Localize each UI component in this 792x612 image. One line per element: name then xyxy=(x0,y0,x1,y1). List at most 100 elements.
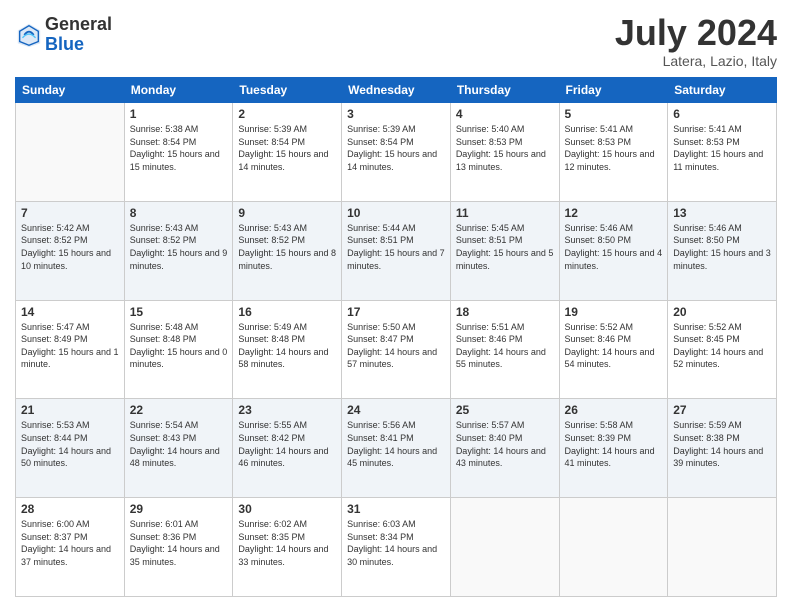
col-saturday: Saturday xyxy=(668,78,777,103)
day-info: Sunrise: 5:44 AM Sunset: 8:51 PM Dayligh… xyxy=(347,222,445,272)
calendar-cell: 10 Sunrise: 5:44 AM Sunset: 8:51 PM Dayli… xyxy=(342,201,451,300)
calendar-week-row: 1Sunrise: 5:38 AM Sunset: 8:54 PM Daylig… xyxy=(16,103,777,202)
day-info: Sunrise: 5:46 AM Sunset: 8:50 PM Dayligh… xyxy=(673,222,771,272)
day-number: 18 xyxy=(456,305,554,319)
day-info: Sunrise: 5:56 AM Sunset: 8:41 PM Dayligh… xyxy=(347,419,445,469)
title-month: July 2024 xyxy=(615,15,777,51)
day-info: Sunrise: 5:42 AM Sunset: 8:52 PM Dayligh… xyxy=(21,222,119,272)
day-info: Sunrise: 5:57 AM Sunset: 8:40 PM Dayligh… xyxy=(456,419,554,469)
day-info: Sunrise: 6:02 AM Sunset: 8:35 PM Dayligh… xyxy=(238,518,336,568)
day-info: Sunrise: 5:50 AM Sunset: 8:47 PM Dayligh… xyxy=(347,321,445,371)
calendar-cell: 26Sunrise: 5:58 AM Sunset: 8:39 PM Dayli… xyxy=(559,399,668,498)
day-info: Sunrise: 5:49 AM Sunset: 8:48 PM Dayligh… xyxy=(238,321,336,371)
calendar-header-row: Sunday Monday Tuesday Wednesday Thursday… xyxy=(16,78,777,103)
day-info: Sunrise: 5:41 AM Sunset: 8:53 PM Dayligh… xyxy=(673,123,771,173)
logo-blue: Blue xyxy=(45,35,112,55)
day-number: 27 xyxy=(673,403,771,417)
day-number: 2 xyxy=(238,107,336,121)
day-info: Sunrise: 5:40 AM Sunset: 8:53 PM Dayligh… xyxy=(456,123,554,173)
day-number: 19 xyxy=(565,305,663,319)
day-info: Sunrise: 5:52 AM Sunset: 8:45 PM Dayligh… xyxy=(673,321,771,371)
calendar-cell: 25 Sunrise: 5:57 AM Sunset: 8:40 PM Dayli… xyxy=(450,399,559,498)
day-number: 4 xyxy=(456,107,554,121)
day-number: 15 xyxy=(130,305,228,319)
calendar-cell: 20 Sunrise: 5:52 AM Sunset: 8:45 PM Dayli… xyxy=(668,300,777,399)
day-info: Sunrise: 6:03 AM Sunset: 8:34 PM Dayligh… xyxy=(347,518,445,568)
calendar-cell: 29Sunrise: 6:01 AM Sunset: 8:36 PM Dayli… xyxy=(124,498,233,597)
calendar-week-row: 14Sunrise: 5:47 AM Sunset: 8:49 PM Dayli… xyxy=(16,300,777,399)
day-info: Sunrise: 5:58 AM Sunset: 8:39 PM Dayligh… xyxy=(565,419,663,469)
day-info: Sunrise: 5:43 AM Sunset: 8:52 PM Dayligh… xyxy=(130,222,228,272)
calendar-cell: 1Sunrise: 5:38 AM Sunset: 8:54 PM Daylig… xyxy=(124,103,233,202)
day-info: Sunrise: 5:52 AM Sunset: 8:46 PM Dayligh… xyxy=(565,321,663,371)
calendar-cell: 8 Sunrise: 5:43 AM Sunset: 8:52 PM Daylig… xyxy=(124,201,233,300)
calendar-cell: 19 Sunrise: 5:52 AM Sunset: 8:46 PM Dayli… xyxy=(559,300,668,399)
day-info: Sunrise: 6:01 AM Sunset: 8:36 PM Dayligh… xyxy=(130,518,228,568)
calendar-cell xyxy=(559,498,668,597)
day-number: 28 xyxy=(21,502,119,516)
logo-icon xyxy=(15,21,43,49)
calendar-cell: 28 Sunrise: 6:00 AM Sunset: 8:37 PM Dayli… xyxy=(16,498,125,597)
calendar-table: Sunday Monday Tuesday Wednesday Thursday… xyxy=(15,77,777,597)
col-thursday: Thursday xyxy=(450,78,559,103)
day-info: Sunrise: 5:43 AM Sunset: 8:52 PM Dayligh… xyxy=(238,222,336,272)
calendar-cell xyxy=(668,498,777,597)
calendar-cell: 13 Sunrise: 5:46 AM Sunset: 8:50 PM Dayli… xyxy=(668,201,777,300)
calendar-cell: 2Sunrise: 5:39 AM Sunset: 8:54 PM Daylig… xyxy=(233,103,342,202)
calendar-cell: 31 Sunrise: 6:03 AM Sunset: 8:34 PM Dayli… xyxy=(342,498,451,597)
day-number: 23 xyxy=(238,403,336,417)
day-number: 5 xyxy=(565,107,663,121)
day-number: 21 xyxy=(21,403,119,417)
calendar-cell: 21 Sunrise: 5:53 AM Sunset: 8:44 PM Dayli… xyxy=(16,399,125,498)
calendar-cell: 3Sunrise: 5:39 AM Sunset: 8:54 PM Daylig… xyxy=(342,103,451,202)
page: General Blue July 2024 Latera, Lazio, It… xyxy=(0,0,792,612)
col-friday: Friday xyxy=(559,78,668,103)
calendar-cell: 11Sunrise: 5:45 AM Sunset: 8:51 PM Dayli… xyxy=(450,201,559,300)
logo-text: General Blue xyxy=(45,15,112,55)
calendar-cell: 12 Sunrise: 5:46 AM Sunset: 8:50 PM Dayli… xyxy=(559,201,668,300)
day-number: 10 xyxy=(347,206,445,220)
day-info: Sunrise: 5:53 AM Sunset: 8:44 PM Dayligh… xyxy=(21,419,119,469)
day-number: 1 xyxy=(130,107,228,121)
day-info: Sunrise: 6:00 AM Sunset: 8:37 PM Dayligh… xyxy=(21,518,119,568)
calendar-week-row: 28 Sunrise: 6:00 AM Sunset: 8:37 PM Dayli… xyxy=(16,498,777,597)
day-info: Sunrise: 5:48 AM Sunset: 8:48 PM Dayligh… xyxy=(130,321,228,371)
day-info: Sunrise: 5:54 AM Sunset: 8:43 PM Dayligh… xyxy=(130,419,228,469)
col-monday: Monday xyxy=(124,78,233,103)
calendar-cell: 15 Sunrise: 5:48 AM Sunset: 8:48 PM Dayli… xyxy=(124,300,233,399)
calendar-cell: 7 Sunrise: 5:42 AM Sunset: 8:52 PM Daylig… xyxy=(16,201,125,300)
day-number: 17 xyxy=(347,305,445,319)
day-info: Sunrise: 5:46 AM Sunset: 8:50 PM Dayligh… xyxy=(565,222,663,272)
day-number: 16 xyxy=(238,305,336,319)
day-number: 13 xyxy=(673,206,771,220)
col-sunday: Sunday xyxy=(16,78,125,103)
col-wednesday: Wednesday xyxy=(342,78,451,103)
calendar-cell: 23 Sunrise: 5:55 AM Sunset: 8:42 PM Dayli… xyxy=(233,399,342,498)
title-block: July 2024 Latera, Lazio, Italy xyxy=(615,15,777,69)
calendar-cell: 4 Sunrise: 5:40 AM Sunset: 8:53 PM Daylig… xyxy=(450,103,559,202)
calendar-cell xyxy=(450,498,559,597)
calendar-week-row: 7 Sunrise: 5:42 AM Sunset: 8:52 PM Daylig… xyxy=(16,201,777,300)
header: General Blue July 2024 Latera, Lazio, It… xyxy=(15,15,777,69)
calendar-cell: 24 Sunrise: 5:56 AM Sunset: 8:41 PM Dayli… xyxy=(342,399,451,498)
day-info: Sunrise: 5:45 AM Sunset: 8:51 PM Dayligh… xyxy=(456,222,554,272)
col-tuesday: Tuesday xyxy=(233,78,342,103)
calendar-cell: 30 Sunrise: 6:02 AM Sunset: 8:35 PM Dayli… xyxy=(233,498,342,597)
day-number: 20 xyxy=(673,305,771,319)
logo-general: General xyxy=(45,15,112,35)
day-info: Sunrise: 5:55 AM Sunset: 8:42 PM Dayligh… xyxy=(238,419,336,469)
day-number: 8 xyxy=(130,206,228,220)
calendar-week-row: 21 Sunrise: 5:53 AM Sunset: 8:44 PM Dayli… xyxy=(16,399,777,498)
day-info: Sunrise: 5:39 AM Sunset: 8:54 PM Dayligh… xyxy=(347,123,445,173)
day-number: 24 xyxy=(347,403,445,417)
day-number: 30 xyxy=(238,502,336,516)
day-number: 12 xyxy=(565,206,663,220)
day-number: 25 xyxy=(456,403,554,417)
day-number: 31 xyxy=(347,502,445,516)
day-number: 22 xyxy=(130,403,228,417)
day-number: 14 xyxy=(21,305,119,319)
day-number: 7 xyxy=(21,206,119,220)
calendar-cell: 22 Sunrise: 5:54 AM Sunset: 8:43 PM Dayli… xyxy=(124,399,233,498)
day-info: Sunrise: 5:59 AM Sunset: 8:38 PM Dayligh… xyxy=(673,419,771,469)
calendar-cell: 27 Sunrise: 5:59 AM Sunset: 8:38 PM Dayli… xyxy=(668,399,777,498)
